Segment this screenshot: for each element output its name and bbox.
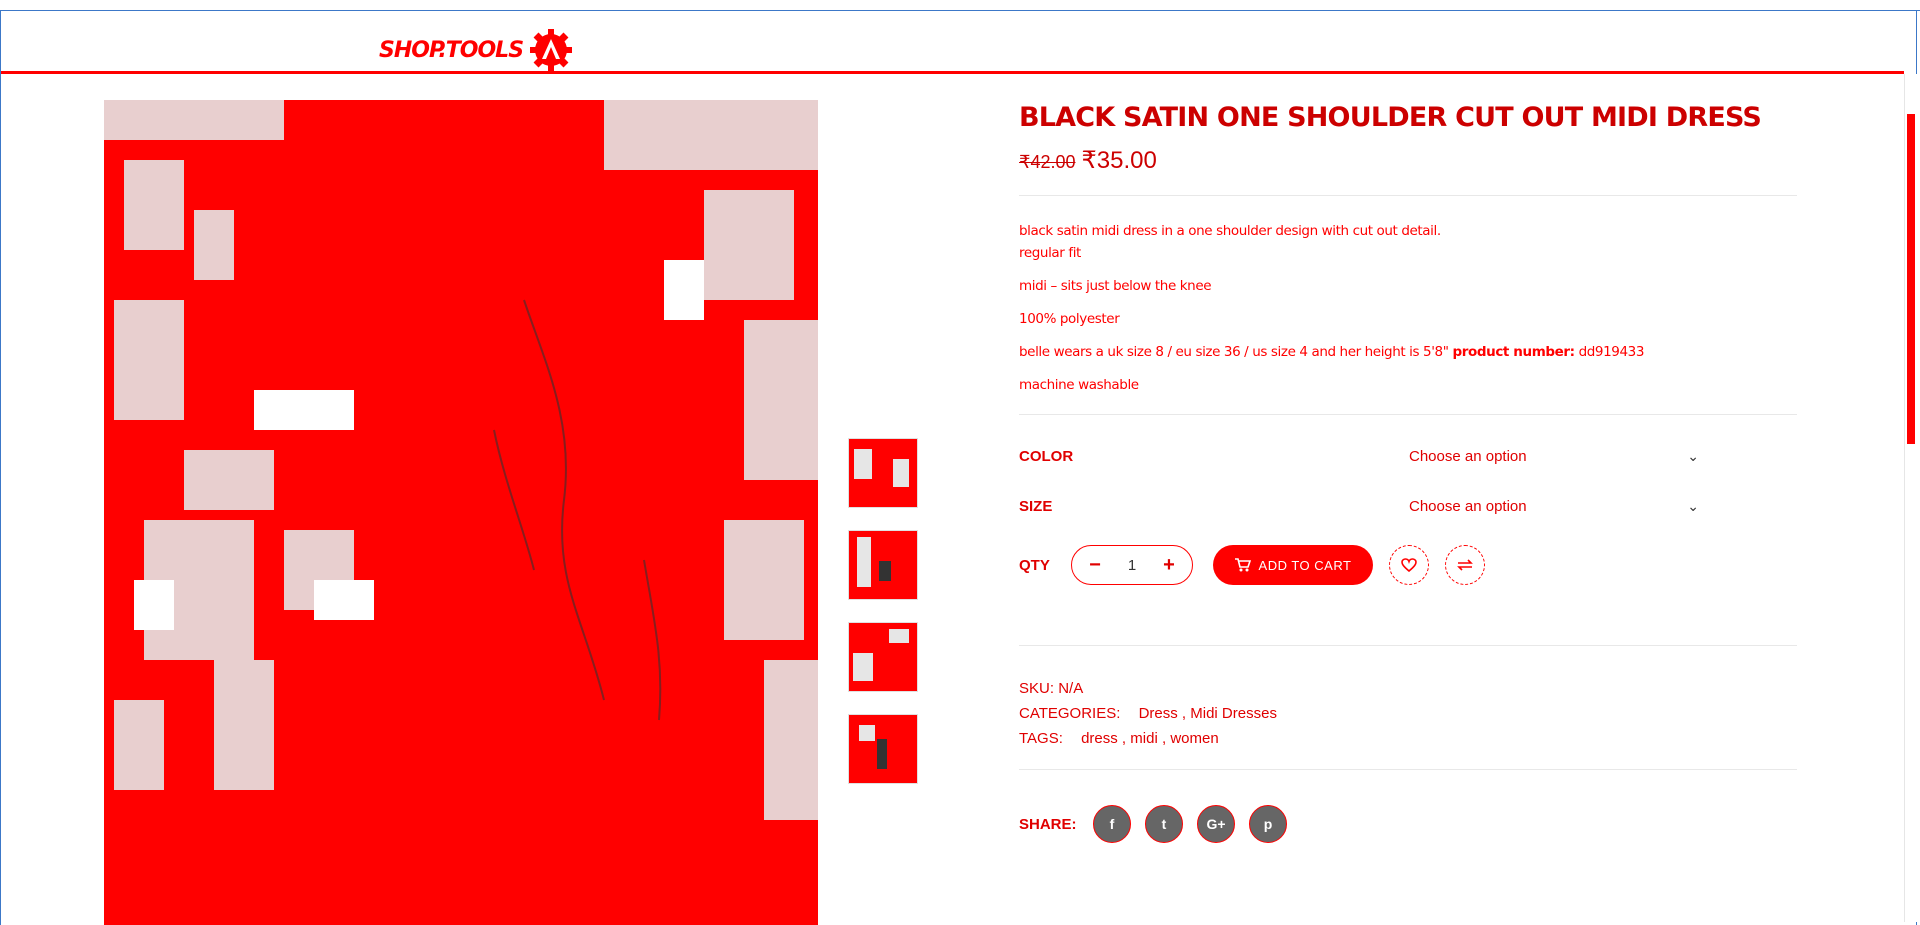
share-row: SHARE: f t G+ p (1019, 804, 1799, 844)
variation-color: COLOR Choose an option ⌄ (1019, 431, 1799, 481)
category-link[interactable]: Midi Dresses (1190, 705, 1277, 722)
divider (1019, 195, 1797, 196)
thumbnail-2[interactable] (848, 530, 918, 600)
product-main-image[interactable] (104, 100, 818, 925)
size-label: SIZE (1019, 497, 1053, 515)
wishlist-button[interactable] (1389, 545, 1429, 585)
size-select-value: Choose an option (1409, 497, 1527, 515)
divider (1019, 414, 1797, 415)
gear-logo-icon (530, 29, 573, 71)
tags-label: TAGS: (1019, 730, 1063, 747)
window-border-left (0, 10, 1, 925)
logo-text: SHOP.TOOLS (379, 37, 524, 63)
thumbnail-1[interactable] (848, 438, 918, 508)
desc-line: black satin midi dress in a one shoulder… (1019, 223, 1441, 239)
chevron-down-icon: ⌄ (1687, 447, 1699, 464)
scrollbar-thumb[interactable] (1907, 114, 1915, 444)
desc-line: 100% polyester (1019, 311, 1120, 327)
divider (1019, 769, 1797, 770)
google-plus-icon[interactable]: G+ (1197, 805, 1235, 843)
desc-line: machine washable (1019, 377, 1139, 393)
sku-value: N/A (1058, 680, 1084, 697)
site-logo[interactable]: SHOP.TOOLS (379, 29, 573, 71)
categories-row: CATEGORIES: Dress , Midi Dresses (1019, 705, 1277, 722)
tags-row: TAGS: dress , midi , women (1019, 730, 1219, 747)
product-meta: SKU: N/A CATEGORIES: Dress , Midi Dresse… (1019, 676, 1799, 751)
heart-icon (1401, 558, 1417, 572)
desc-line: midi – sits just below the knee (1019, 278, 1212, 294)
product-photo (104, 100, 818, 925)
color-label: COLOR (1019, 447, 1074, 465)
color-select[interactable]: Choose an option ⌄ (1409, 448, 1699, 465)
thumbnail-gallery (848, 438, 918, 806)
product-summary: BLACK SATIN ONE SHOULDER CUT OUT MIDI DR… (1019, 100, 1799, 844)
categories-label: CATEGORIES: (1019, 705, 1121, 722)
chevron-down-icon: ⌄ (1687, 497, 1699, 514)
qty-plus-button[interactable]: + (1160, 554, 1178, 577)
tag-link[interactable]: women (1170, 730, 1218, 747)
thumbnail-3[interactable] (848, 622, 918, 692)
qty-label: QTY (1019, 556, 1050, 574)
qty-minus-button[interactable]: − (1086, 554, 1104, 577)
color-select-value: Choose an option (1409, 447, 1527, 465)
product-title: BLACK SATIN ONE SHOULDER CUT OUT MIDI DR… (1019, 102, 1762, 133)
category-link[interactable]: Dress (1139, 705, 1178, 722)
add-to-cart-label: ADD TO CART (1258, 557, 1352, 573)
desc-line: regular fit (1019, 245, 1081, 261)
divider (1019, 645, 1797, 646)
price-new: ₹35.00 (1081, 147, 1157, 174)
header-divider (1, 71, 1904, 74)
thumbnail-4[interactable] (848, 714, 918, 784)
tag-link[interactable]: midi (1130, 730, 1158, 747)
sku-row: SKU: N/A (1019, 676, 1799, 701)
variations-form: COLOR Choose an option ⌄ SIZE Choose an … (1019, 431, 1799, 531)
product-number-label: product number: (1452, 344, 1575, 360)
size-select[interactable]: Choose an option ⌄ (1409, 498, 1699, 515)
pinterest-icon[interactable]: p (1249, 805, 1287, 843)
add-to-cart-button[interactable]: ADD TO CART (1213, 545, 1373, 585)
product-description: black satin midi dress in a one shoulder… (1019, 220, 1799, 396)
page-scrollbar[interactable] (1904, 74, 1917, 922)
product-price: ₹42.00 ₹35.00 (1019, 146, 1799, 175)
cart-icon (1234, 558, 1251, 572)
site-header: SHOP.TOOLS (1, 11, 1904, 71)
price-old: ₹42.00 (1019, 152, 1076, 172)
desc-line: belle wears a uk size 8 / eu size 36 / u… (1019, 344, 1449, 360)
variation-size: SIZE Choose an option ⌄ (1019, 481, 1799, 531)
sku-label: SKU: (1019, 680, 1055, 697)
compare-button[interactable] (1445, 545, 1485, 585)
tag-link[interactable]: dress (1081, 730, 1118, 747)
twitter-icon[interactable]: t (1145, 805, 1183, 843)
facebook-icon[interactable]: f (1093, 805, 1131, 843)
add-to-cart-row: QTY − 1 + ADD TO CART (1019, 535, 1799, 595)
product-number: dd919433 (1578, 344, 1645, 360)
compare-icon (1457, 559, 1473, 571)
quantity-stepper: − 1 + (1071, 545, 1193, 585)
qty-input[interactable]: 1 (1128, 557, 1136, 574)
share-label: SHARE: (1019, 815, 1077, 833)
